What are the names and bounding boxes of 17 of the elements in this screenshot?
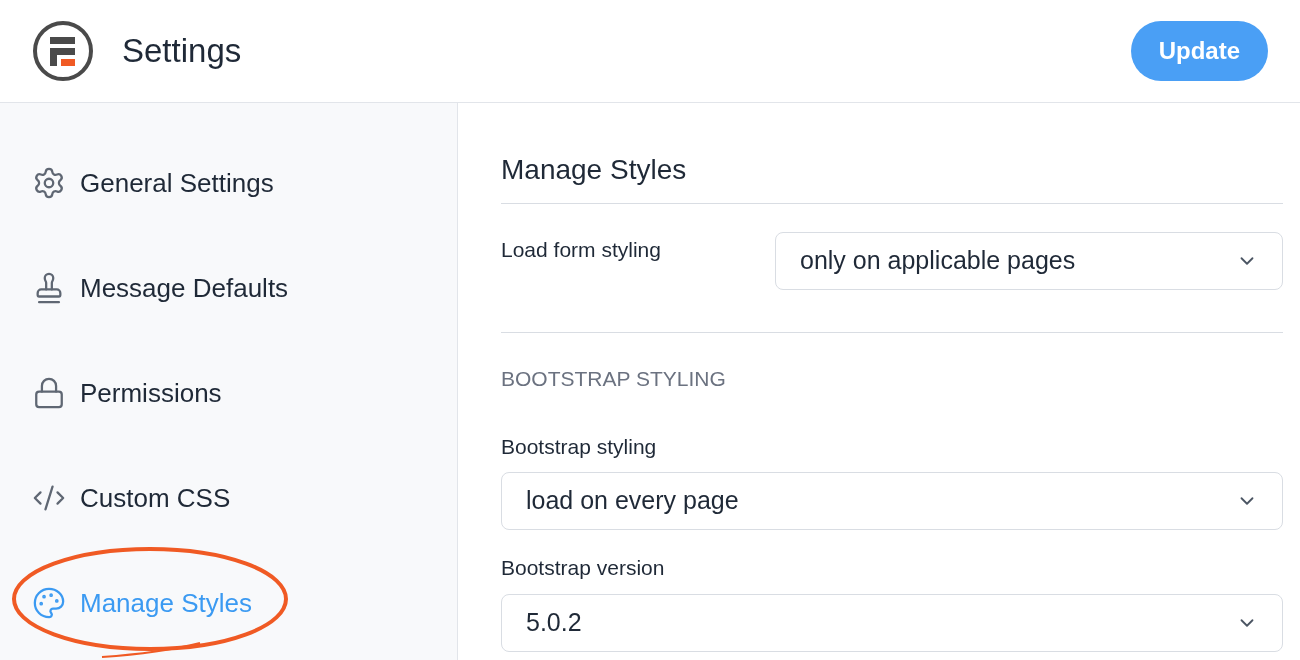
sidebar-item[interactable]: Message Defaults <box>32 260 289 316</box>
sidebar-item[interactable]: Permissions <box>32 365 222 421</box>
field-label: Bootstrap styling <box>501 433 658 460</box>
field-label: Load form styling <box>501 237 662 263</box>
select-dropdown[interactable]: 5.0.2 <box>501 593 1283 652</box>
settings-icon <box>32 166 66 200</box>
field-label: Bootstrap version <box>501 555 666 581</box>
group-heading: BOOTSTRAP STYLING <box>501 366 727 392</box>
select-dropdown[interactable]: load on every page <box>501 472 1283 530</box>
lock-icon <box>32 376 66 410</box>
sidebar-item[interactable]: Custom CSS <box>32 470 231 526</box>
section-title: Manage Styles <box>501 149 1283 204</box>
logo-icon <box>32 20 94 82</box>
select-dropdown[interactable]: only on applicable pages <box>775 232 1283 290</box>
palette-icon <box>32 586 66 620</box>
sidebar-item[interactable]: General Settings <box>32 155 274 211</box>
page-title: Settings <box>122 31 242 72</box>
